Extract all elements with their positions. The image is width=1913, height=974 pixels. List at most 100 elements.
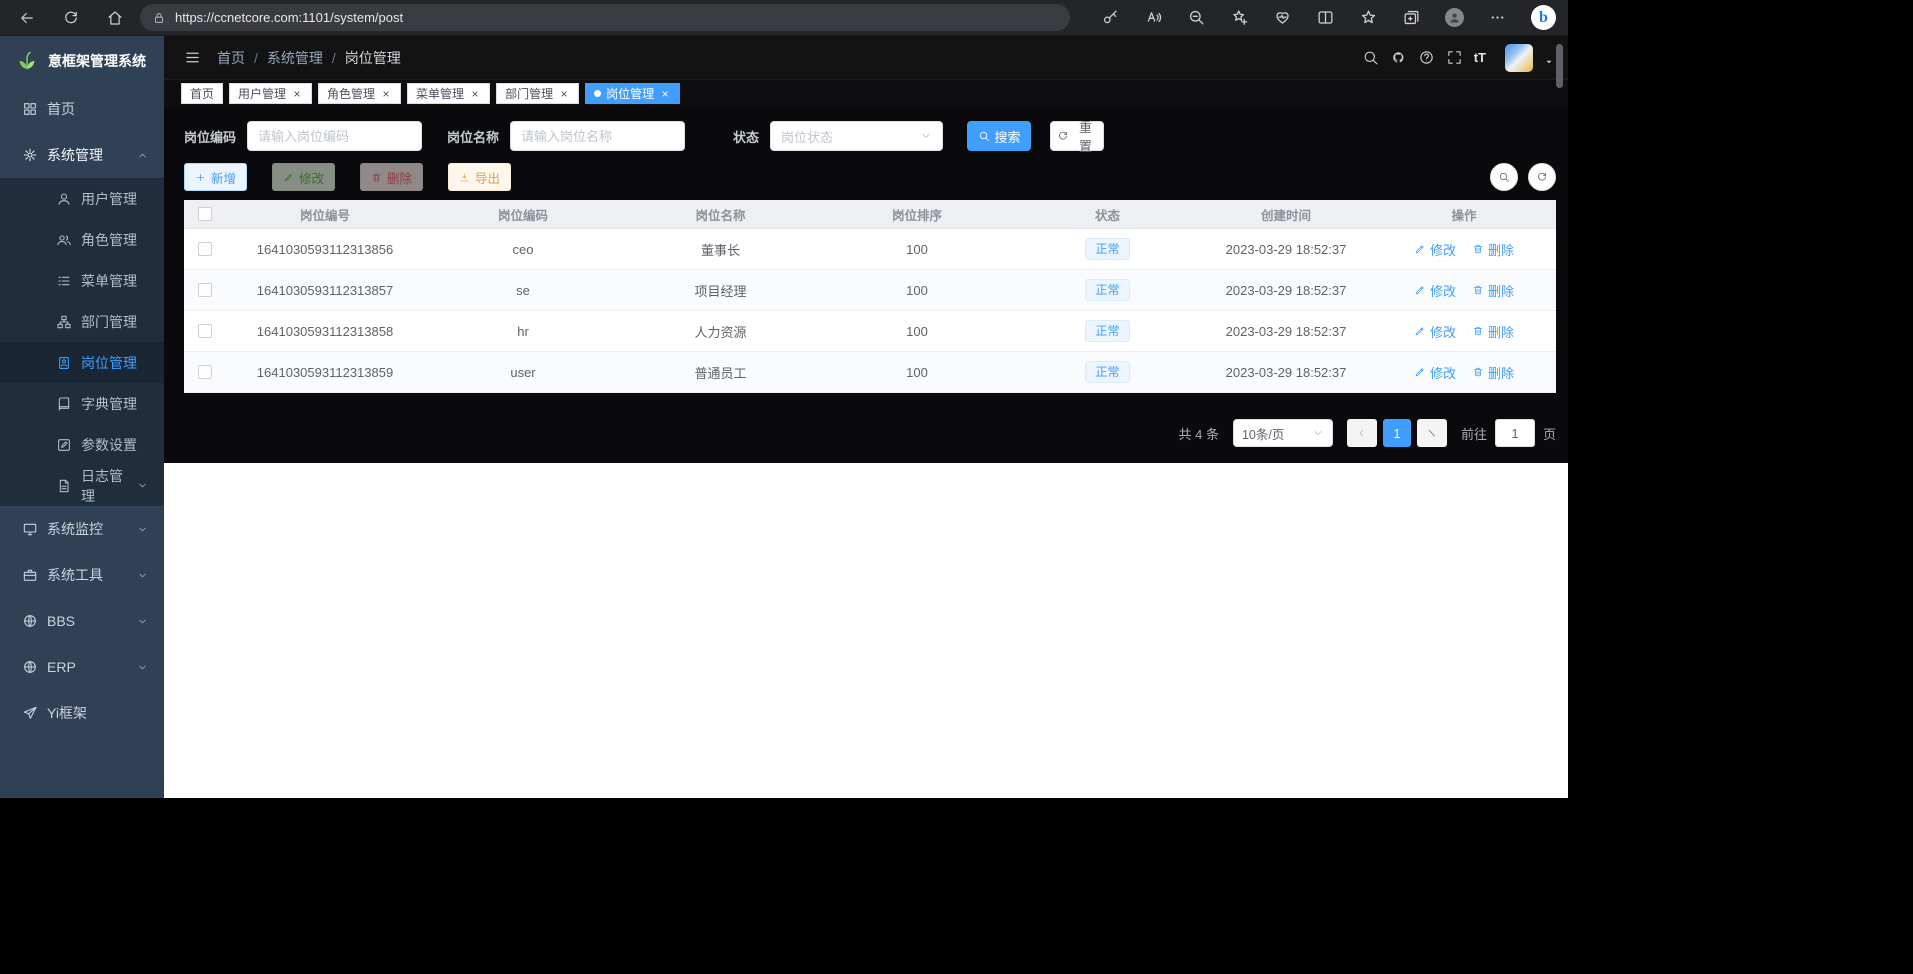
read-aloud-icon[interactable] <box>1144 8 1163 27</box>
prev-page-button[interactable] <box>1347 419 1377 447</box>
search-button[interactable]: 搜索 <box>967 121 1031 151</box>
sidebar-toggle-icon[interactable] <box>184 49 201 66</box>
password-icon[interactable] <box>1101 8 1120 27</box>
tab-dept-admin[interactable]: 部门管理× <box>496 83 579 104</box>
back-icon[interactable] <box>18 9 36 27</box>
close-icon[interactable]: × <box>380 88 392 100</box>
breadcrumb-system[interactable]: 系统管理 <box>267 48 323 68</box>
close-icon[interactable]: × <box>291 88 303 100</box>
row-delete-link[interactable]: 删除 <box>1472 363 1514 382</box>
tab-post-admin[interactable]: 岗位管理× <box>585 83 680 104</box>
goto-page-input[interactable] <box>1495 419 1535 447</box>
reset-button[interactable]: 重置 <box>1050 121 1104 151</box>
tab-menu-admin[interactable]: 菜单管理× <box>407 83 490 104</box>
sidebar-item-system-admin[interactable]: 系统管理 <box>0 132 164 178</box>
select-all-checkbox[interactable] <box>198 207 212 221</box>
close-icon[interactable]: × <box>558 88 570 100</box>
url-text[interactable]: https://ccnetcore.com:1101/system/post <box>175 10 403 25</box>
help-icon[interactable] <box>1418 49 1435 66</box>
sidebar-item-system-tools[interactable]: 系统工具 <box>0 552 164 598</box>
browser-action-icons: b <box>1101 5 1556 30</box>
sidebar-item-erp[interactable]: ERP <box>0 644 164 690</box>
row-checkbox[interactable] <box>198 242 212 256</box>
favorites-add-icon[interactable] <box>1230 8 1249 27</box>
browser-essentials-icon[interactable] <box>1273 8 1292 27</box>
table-row[interactable]: 1641030593112313857se项目经理100正常2023-03-29… <box>184 270 1556 311</box>
chevron-down-icon[interactable] <box>1544 57 1554 67</box>
row-checkbox[interactable] <box>198 365 212 379</box>
sidebar-item-dept-admin[interactable]: 部门管理 <box>0 301 164 342</box>
export-button[interactable]: 导出 <box>448 163 511 191</box>
sidebar-item-menu-admin[interactable]: 菜单管理 <box>0 260 164 301</box>
row-checkbox[interactable] <box>198 324 212 338</box>
refresh-table-button[interactable] <box>1528 163 1556 191</box>
post-name-input[interactable] <box>510 121 685 151</box>
row-edit-link[interactable]: 修改 <box>1414 281 1456 300</box>
sidebar-item-system-monitor[interactable]: 系统监控 <box>0 506 164 552</box>
sidebar-item-bbs[interactable]: BBS <box>0 598 164 644</box>
sidebar-item-yi-framework[interactable]: Yi框架 <box>0 690 164 736</box>
table-row[interactable]: 1641030593112313859user普通员工100正常2023-03-… <box>184 352 1556 393</box>
zoom-out-icon[interactable] <box>1187 8 1206 27</box>
home-icon[interactable] <box>106 9 124 27</box>
sidebar-item-log-admin[interactable]: 日志管理 <box>0 465 164 506</box>
page-size-select[interactable]: 10条/页 <box>1233 419 1333 447</box>
trash-icon <box>371 172 382 183</box>
sidebar-item-param-settings[interactable]: 参数设置 <box>0 424 164 465</box>
breadcrumb: 首页 / 系统管理 / 岗位管理 <box>217 48 401 68</box>
cell-actions: 修改删除 <box>1372 352 1556 393</box>
sidebar-item-label: 系统管理 <box>47 145 103 165</box>
table-row[interactable]: 1641030593112313856ceo董事长100正常2023-03-29… <box>184 229 1556 270</box>
toggle-search-button[interactable] <box>1490 163 1518 191</box>
delete-button[interactable]: 删除 <box>360 163 423 191</box>
post-code-input[interactable] <box>247 121 422 151</box>
row-delete-link[interactable]: 删除 <box>1472 240 1514 259</box>
sidebar-item-post-admin[interactable]: 岗位管理 <box>0 342 164 383</box>
row-edit-link[interactable]: 修改 <box>1414 240 1456 259</box>
edit-button[interactable]: 修改 <box>272 163 335 191</box>
fullscreen-icon[interactable] <box>1446 49 1463 66</box>
github-icon[interactable] <box>1390 49 1407 66</box>
cell-post-name: 董事长 <box>622 229 819 270</box>
row-edit-link[interactable]: 修改 <box>1414 363 1456 382</box>
sidebar-item-role-admin[interactable]: 角色管理 <box>0 219 164 260</box>
sidebar-item-home[interactable]: 首页 <box>0 86 164 132</box>
row-edit-link[interactable]: 修改 <box>1414 322 1456 341</box>
row-checkbox[interactable] <box>198 283 212 297</box>
sidebar-item-label: 系统监控 <box>47 519 103 539</box>
sidebar-item-dict-admin[interactable]: 字典管理 <box>0 383 164 424</box>
row-select-cell <box>184 270 226 311</box>
cell-created-time: 2023-03-29 18:52:37 <box>1200 229 1372 270</box>
post-management-page: 岗位编码 岗位名称 状态 岗位状态 搜索 <box>164 107 1568 463</box>
status-select[interactable]: 岗位状态 <box>770 121 943 151</box>
font-size-icon[interactable]: tT <box>1474 50 1486 65</box>
page-scrollbar-thumb[interactable] <box>1556 44 1563 88</box>
row-delete-link[interactable]: 删除 <box>1472 281 1514 300</box>
address-bar[interactable]: https://ccnetcore.com:1101/system/post <box>140 4 1070 31</box>
favorites-icon[interactable] <box>1359 8 1378 27</box>
next-page-button[interactable] <box>1417 419 1447 447</box>
user-avatar[interactable] <box>1505 44 1533 72</box>
add-button[interactable]: 新增 <box>184 163 247 191</box>
sidebar-item-user-admin[interactable]: 用户管理 <box>0 178 164 219</box>
refresh-icon[interactable] <box>62 9 80 27</box>
page-number-1[interactable]: 1 <box>1383 419 1411 447</box>
browser-menu-icon[interactable] <box>1488 8 1507 27</box>
app-logo[interactable]: 意框架管理系统 <box>0 36 164 86</box>
split-screen-icon[interactable] <box>1316 8 1335 27</box>
edit-square-icon <box>56 437 72 453</box>
tab-role-admin[interactable]: 角色管理× <box>318 83 401 104</box>
close-icon[interactable]: × <box>469 88 481 100</box>
row-delete-link[interactable]: 删除 <box>1472 322 1514 341</box>
breadcrumb-home[interactable]: 首页 <box>217 48 245 68</box>
header-search-icon[interactable] <box>1362 49 1379 66</box>
copilot-bing-icon[interactable]: b <box>1531 5 1556 30</box>
screen-canvas: https://ccnetcore.com:1101/system/post b <box>0 0 1913 974</box>
lock-icon[interactable] <box>152 11 166 25</box>
tab-home[interactable]: 首页 <box>181 83 223 104</box>
collections-icon[interactable] <box>1402 8 1421 27</box>
table-row[interactable]: 1641030593112313858hr人力资源100正常2023-03-29… <box>184 311 1556 352</box>
tab-user-admin[interactable]: 用户管理× <box>229 83 312 104</box>
close-icon[interactable]: × <box>659 88 671 100</box>
browser-profile-icon[interactable] <box>1445 8 1464 27</box>
